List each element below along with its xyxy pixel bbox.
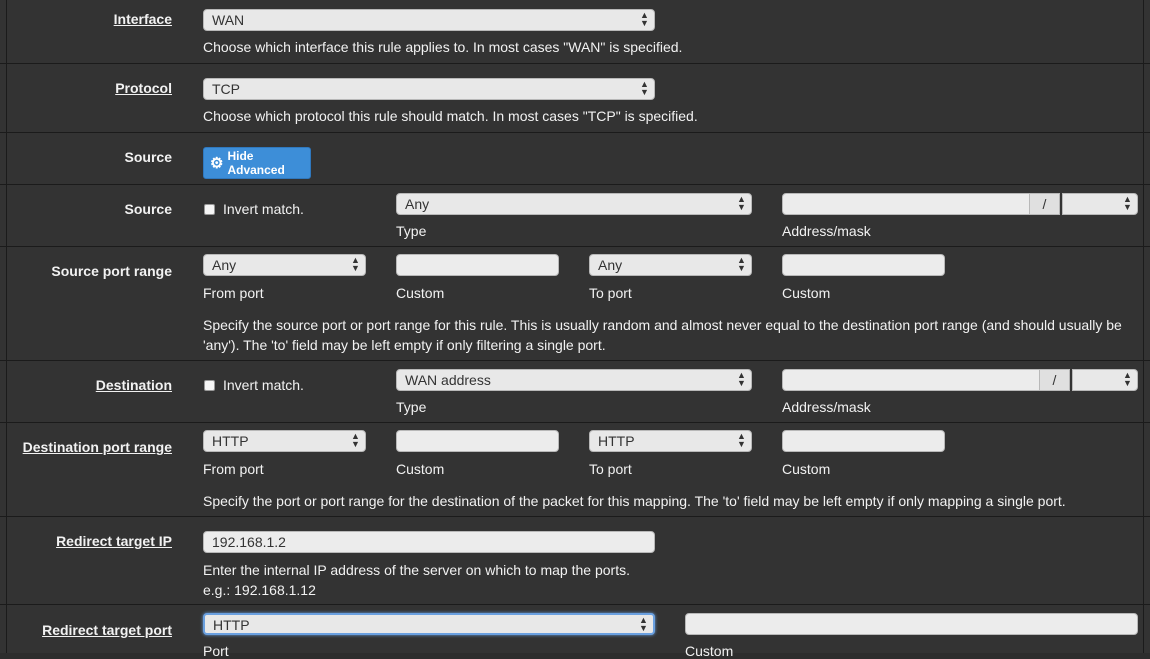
destination-address-label: Address/mask (782, 399, 871, 415)
source-from-port-select[interactable]: Any ▲ ▼ (203, 254, 366, 276)
redirect-target-ip-label[interactable]: Redirect target IP (56, 533, 172, 549)
select-arrows-icon: ▲ ▼ (1123, 194, 1132, 212)
interface-label[interactable]: Interface (114, 11, 172, 27)
source-advanced-row: Source (0, 133, 1150, 185)
source-mask-slash: / (1029, 193, 1060, 215)
redirect-target-port-custom-label: Custom (685, 643, 734, 659)
select-arrows-icon: ▲ ▼ (351, 431, 360, 449)
source-address-label: Address/mask (782, 223, 871, 239)
destination-label[interactable]: Destination (96, 377, 172, 393)
source-port-range-row: Source port range Any ▲ ▼ From port Custo… (0, 247, 1150, 361)
source-port-range-help: Specify the source port or port range fo… (203, 317, 1122, 353)
destination-type-select[interactable]: WAN address ▲ ▼ (396, 369, 752, 391)
hide-advanced-button[interactable]: ⚙ Hide Advanced (203, 147, 311, 179)
redirect-target-port-row: Redirect target port HTTP ▲ ▼ Port Custom (0, 605, 1150, 659)
source-from-custom-label: Custom (396, 285, 445, 301)
destination-port-range-label[interactable]: Destination port range (23, 439, 172, 455)
protocol-select-value: TCP (212, 81, 240, 97)
source-address-input[interactable] (782, 193, 1030, 215)
source-type-select[interactable]: Any ▲ ▼ (396, 193, 752, 215)
destination-mask-select[interactable]: ▲ ▼ (1072, 369, 1138, 391)
destination-to-port-label: To port (589, 461, 632, 477)
source-to-custom-label: Custom (782, 285, 831, 301)
source-port-range-label: Source port range (51, 263, 172, 279)
destination-to-port-value: HTTP (598, 433, 635, 449)
redirect-target-ip-example: e.g.: 192.168.1.12 (203, 582, 316, 598)
select-arrows-icon: ▲ ▼ (640, 10, 649, 28)
select-arrows-icon: ▲ ▼ (737, 255, 746, 273)
redirect-target-ip-row: Redirect target IP 192.168.1.2 Enter the… (0, 517, 1150, 605)
source-label: Source (124, 201, 172, 217)
source-to-custom-input[interactable] (782, 254, 945, 276)
redirect-target-port-value: HTTP (213, 617, 250, 633)
destination-from-custom-input[interactable] (396, 430, 559, 452)
destination-invert-checkbox[interactable] (204, 380, 215, 391)
source-to-port-value: Any (598, 257, 623, 273)
protocol-row: Protocol TCP ▲ ▼ Choose which protocol th… (0, 64, 1150, 133)
select-arrows-icon: ▲ ▼ (737, 431, 746, 449)
redirect-target-ip-input[interactable]: 192.168.1.2 (203, 531, 655, 553)
source-row: Source Invert match. Any ▲ ▼ Type / ▲ ▼ Ad… (0, 185, 1150, 247)
redirect-target-port-port-label: Port (203, 643, 229, 659)
destination-to-port-select[interactable]: HTTP ▲ ▼ (589, 430, 752, 452)
protocol-label[interactable]: Protocol (115, 80, 172, 96)
select-arrows-icon: ▲ ▼ (737, 370, 746, 388)
source-mask-select[interactable]: ▲ ▼ (1062, 193, 1138, 215)
source-type-value: Any (405, 196, 430, 212)
redirect-target-port-select[interactable]: HTTP ▲ ▼ (203, 613, 655, 635)
destination-to-custom-input[interactable] (782, 430, 945, 452)
source-advanced-label: Source (124, 149, 172, 165)
destination-port-range-row: Destination port range HTTP ▲ ▼ From port… (0, 423, 1150, 517)
destination-type-value: WAN address (405, 372, 491, 388)
destination-port-range-help: Specify the port or port range for the d… (203, 493, 1066, 509)
destination-address-input[interactable] (782, 369, 1040, 391)
select-arrows-icon: ▲ ▼ (351, 255, 360, 273)
destination-mask-slash: / (1039, 369, 1070, 391)
hide-advanced-label: Hide Advanced (227, 149, 285, 177)
port-forward-form: Interface WAN ▲ ▼ Choose which interface … (0, 0, 1150, 659)
source-address-mask-group: / ▲ ▼ (782, 193, 1138, 215)
protocol-help: Choose which protocol this rule should m… (203, 108, 698, 124)
destination-from-port-select[interactable]: HTTP ▲ ▼ (203, 430, 366, 452)
source-from-port-label: From port (203, 285, 264, 301)
select-arrows-icon: ▲ ▼ (737, 194, 746, 212)
source-type-label: Type (396, 223, 427, 239)
destination-to-custom-label: Custom (782, 461, 831, 477)
destination-from-custom-label: Custom (396, 461, 445, 477)
interface-row: Interface WAN ▲ ▼ Choose which interface … (0, 0, 1150, 64)
source-to-port-label: To port (589, 285, 632, 301)
redirect-target-port-custom-input[interactable] (685, 613, 1138, 635)
protocol-select[interactable]: TCP ▲ ▼ (203, 78, 655, 100)
select-arrows-icon: ▲ ▼ (639, 615, 648, 633)
interface-help: Choose which interface this rule applies… (203, 39, 683, 55)
source-from-port-value: Any (212, 257, 237, 273)
interface-select[interactable]: WAN ▲ ▼ (203, 9, 655, 31)
destination-from-port-label: From port (203, 461, 264, 477)
select-arrows-icon: ▲ ▼ (640, 79, 649, 97)
select-arrows-icon: ▲ ▼ (1123, 370, 1132, 388)
destination-row: Destination Invert match. WAN address ▲ ▼… (0, 361, 1150, 423)
redirect-target-ip-help: Enter the internal IP address of the ser… (203, 562, 630, 578)
destination-type-label: Type (396, 399, 427, 415)
interface-select-value: WAN (212, 12, 245, 28)
source-to-port-select[interactable]: Any ▲ ▼ (589, 254, 752, 276)
destination-address-mask-group: / ▲ ▼ (782, 369, 1138, 391)
redirect-target-port-label[interactable]: Redirect target port (42, 622, 172, 638)
gear-icon: ⚙ (210, 154, 224, 172)
destination-from-port-value: HTTP (212, 433, 249, 449)
source-invert-label: Invert match. (223, 201, 304, 217)
source-invert-checkbox[interactable] (204, 204, 215, 215)
destination-invert-label: Invert match. (223, 377, 304, 393)
source-from-custom-input[interactable] (396, 254, 559, 276)
